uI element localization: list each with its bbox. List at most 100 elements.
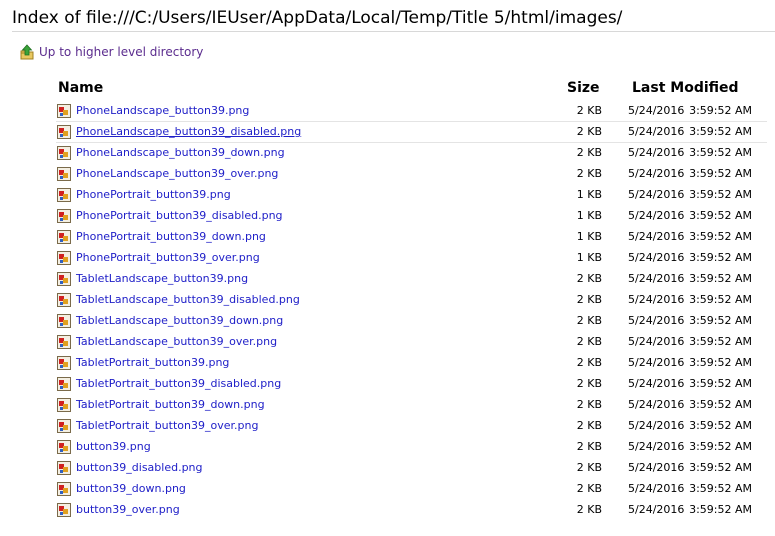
image-file-icon — [57, 251, 71, 265]
file-modified-date: 5/24/2016 — [628, 188, 685, 201]
image-file-icon — [57, 377, 71, 391]
file-size: 2 KB — [576, 293, 602, 306]
file-name-link[interactable]: TabletLandscape_button39.png — [76, 272, 248, 285]
file-row[interactable]: PhoneLandscape_button39_disabled.png 2 KB… — [0, 121, 775, 143]
file-size: 2 KB — [576, 335, 602, 348]
file-row[interactable]: TabletPortrait_button39.png 2 KB 5/24/2016… — [0, 352, 775, 373]
file-row[interactable]: PhonePortrait_button39_down.png 1 KB 5/24/… — [0, 226, 775, 247]
file-size: 2 KB — [576, 272, 602, 285]
file-name-link[interactable]: PhoneLandscape_button39.png — [76, 104, 249, 117]
file-name-link[interactable]: PhonePortrait_button39_over.png — [76, 251, 260, 264]
file-row[interactable]: TabletPortrait_button39_over.png 2 KB 5/24… — [0, 415, 775, 436]
file-modified-time: 3:59:52 AM — [689, 356, 752, 369]
file-row[interactable]: TabletPortrait_button39_down.png 2 KB 5/24… — [0, 394, 775, 415]
file-row[interactable]: TabletLandscape_button39_down.png 2 KB 5/2… — [0, 310, 775, 331]
file-name-link[interactable]: TabletPortrait_button39_disabled.png — [76, 377, 281, 390]
file-size: 2 KB — [576, 377, 602, 390]
file-name-link[interactable]: button39.png — [76, 440, 151, 453]
file-size: 1 KB — [576, 230, 602, 243]
file-modified-time: 3:59:52 AM — [689, 482, 752, 495]
image-file-icon — [57, 335, 71, 349]
file-modified-time: 3:59:52 AM — [689, 398, 752, 411]
file-row[interactable]: PhonePortrait_button39_disabled.png 1 KB 5… — [0, 205, 775, 226]
file-modified-time: 3:59:52 AM — [689, 209, 752, 222]
file-size: 2 KB — [576, 482, 602, 495]
file-size: 2 KB — [576, 104, 602, 117]
file-listing: PhoneLandscape_button39.png 2 KB 5/24/2016… — [0, 100, 775, 520]
file-modified-date: 5/24/2016 — [628, 293, 685, 306]
image-file-icon — [57, 125, 71, 139]
file-name-link[interactable]: PhoneLandscape_button39_over.png — [76, 167, 278, 180]
file-row[interactable]: button39_down.png 2 KB 5/24/2016 3:59:52 AM — [0, 478, 775, 499]
image-file-icon — [57, 188, 71, 202]
up-directory-link[interactable]: Up to higher level directory — [20, 43, 203, 61]
file-size: 2 KB — [576, 398, 602, 411]
file-size: 2 KB — [576, 440, 602, 453]
file-name-link[interactable]: button39_down.png — [76, 482, 186, 495]
file-modified-time: 3:59:52 AM — [689, 104, 752, 117]
image-file-icon — [57, 230, 71, 244]
file-modified-time: 3:59:52 AM — [689, 461, 752, 474]
file-row[interactable]: PhoneLandscape_button39_over.png 2 KB 5/24… — [0, 163, 775, 184]
file-row[interactable]: button39.png 2 KB 5/24/2016 3:59:52 AM — [0, 436, 775, 457]
file-size: 2 KB — [576, 125, 602, 138]
file-row[interactable]: PhonePortrait_button39.png 1 KB 5/24/2016 3… — [0, 184, 775, 205]
file-modified-date: 5/24/2016 — [628, 104, 685, 117]
image-file-icon — [57, 503, 71, 517]
file-modified-time: 3:59:52 AM — [689, 146, 752, 159]
file-name-link[interactable]: TabletPortrait_button39_down.png — [76, 398, 265, 411]
file-modified-date: 5/24/2016 — [628, 377, 685, 390]
file-name-link[interactable]: PhonePortrait_button39.png — [76, 188, 231, 201]
file-row[interactable]: PhoneLandscape_button39_down.png 2 KB 5/24… — [0, 142, 775, 163]
file-name-link[interactable]: TabletLandscape_button39_over.png — [76, 335, 277, 348]
file-modified-time: 3:59:52 AM — [689, 272, 752, 285]
image-file-icon — [57, 398, 71, 412]
file-row[interactable]: button39_over.png 2 KB 5/24/2016 3:59:52 AM — [0, 499, 775, 520]
file-modified-time: 3:59:52 AM — [689, 419, 752, 432]
file-name-link[interactable]: button39_over.png — [76, 503, 180, 516]
file-size: 2 KB — [576, 146, 602, 159]
file-name-link[interactable]: TabletPortrait_button39.png — [76, 356, 229, 369]
image-file-icon — [57, 356, 71, 370]
file-name-link[interactable]: TabletLandscape_button39_disabled.png — [76, 293, 300, 306]
file-name-link[interactable]: PhonePortrait_button39_disabled.png — [76, 209, 283, 222]
file-name-link[interactable]: TabletPortrait_button39_over.png — [76, 419, 258, 432]
file-name-link[interactable]: button39_disabled.png — [76, 461, 203, 474]
file-size: 1 KB — [576, 188, 602, 201]
file-modified-date: 5/24/2016 — [628, 440, 685, 453]
file-row[interactable]: button39_disabled.png 2 KB 5/24/2016 3:59:5… — [0, 457, 775, 478]
file-row[interactable]: PhoneLandscape_button39.png 2 KB 5/24/2016… — [0, 100, 775, 121]
file-row[interactable]: TabletLandscape_button39.png 2 KB 5/24/201… — [0, 268, 775, 289]
file-size: 2 KB — [576, 314, 602, 327]
file-name-link[interactable]: PhonePortrait_button39_down.png — [76, 230, 266, 243]
file-size: 2 KB — [576, 356, 602, 369]
column-header-size[interactable]: Size — [567, 80, 600, 96]
file-row[interactable]: TabletLandscape_button39_disabled.png 2 K… — [0, 289, 775, 310]
file-size: 2 KB — [576, 419, 602, 432]
file-modified-time: 3:59:52 AM — [689, 335, 752, 348]
file-modified-date: 5/24/2016 — [628, 272, 685, 285]
file-modified-time: 3:59:52 AM — [689, 125, 752, 138]
file-modified-date: 5/24/2016 — [628, 482, 685, 495]
file-modified-date: 5/24/2016 — [628, 146, 685, 159]
file-modified-date: 5/24/2016 — [628, 398, 685, 411]
file-size: 2 KB — [576, 503, 602, 516]
file-row[interactable]: TabletLandscape_button39_over.png 2 KB 5/2… — [0, 331, 775, 352]
image-file-icon — [57, 167, 71, 181]
file-row[interactable]: PhonePortrait_button39_over.png 1 KB 5/24/… — [0, 247, 775, 268]
file-name-link[interactable]: PhoneLandscape_button39_down.png — [76, 146, 285, 159]
file-modified-date: 5/24/2016 — [628, 461, 685, 474]
image-file-icon — [57, 461, 71, 475]
image-file-icon — [57, 482, 71, 496]
file-name-link[interactable]: PhoneLandscape_button39_disabled.png — [76, 125, 301, 138]
file-name-link[interactable]: TabletLandscape_button39_down.png — [76, 314, 283, 327]
image-file-icon — [57, 209, 71, 223]
file-size: 2 KB — [576, 461, 602, 474]
column-header-name[interactable]: Name — [58, 80, 103, 96]
file-row[interactable]: TabletPortrait_button39_disabled.png 2 KB… — [0, 373, 775, 394]
file-modified-date: 5/24/2016 — [628, 356, 685, 369]
file-modified-date: 5/24/2016 — [628, 167, 685, 180]
file-size: 1 KB — [576, 251, 602, 264]
column-header-last-modified[interactable]: Last Modified — [632, 80, 739, 96]
file-modified-date: 5/24/2016 — [628, 419, 685, 432]
